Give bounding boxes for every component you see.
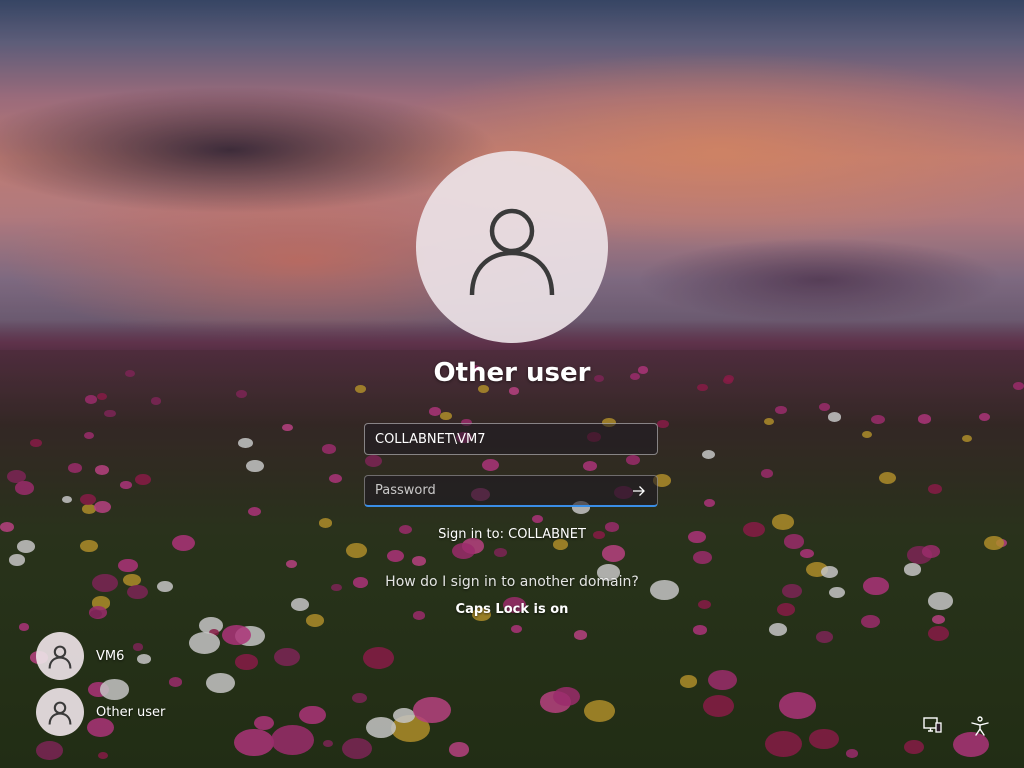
password-container [364, 475, 658, 509]
accessibility-icon [971, 716, 989, 736]
user-icon [48, 645, 72, 669]
user-list-item-label: VM6 [96, 648, 125, 664]
caps-lock-warning: Caps Lock is on [455, 602, 569, 617]
password-field[interactable] [364, 475, 658, 507]
user-avatar-large [416, 151, 608, 343]
user-list-item-vm6[interactable]: VM6 [36, 632, 124, 680]
accessibility-button[interactable] [969, 715, 991, 737]
user-icon [469, 208, 555, 296]
user-icon [48, 701, 72, 725]
arrow-right-icon [633, 486, 645, 496]
network-button[interactable] [921, 715, 943, 737]
user-list-item-label: Other user [96, 704, 166, 720]
sign-in-domain-text: Sign in to: COLLABNET [438, 527, 586, 542]
username-field[interactable] [364, 423, 658, 455]
other-domain-link[interactable]: How do I sign in to another domain? [312, 574, 712, 590]
network-icon [923, 717, 942, 733]
user-list-item-other-user[interactable]: Other user [36, 688, 165, 736]
avatar [36, 632, 84, 680]
login-display-name: Other user [433, 358, 591, 388]
submit-button[interactable] [628, 481, 650, 501]
avatar [36, 688, 84, 736]
